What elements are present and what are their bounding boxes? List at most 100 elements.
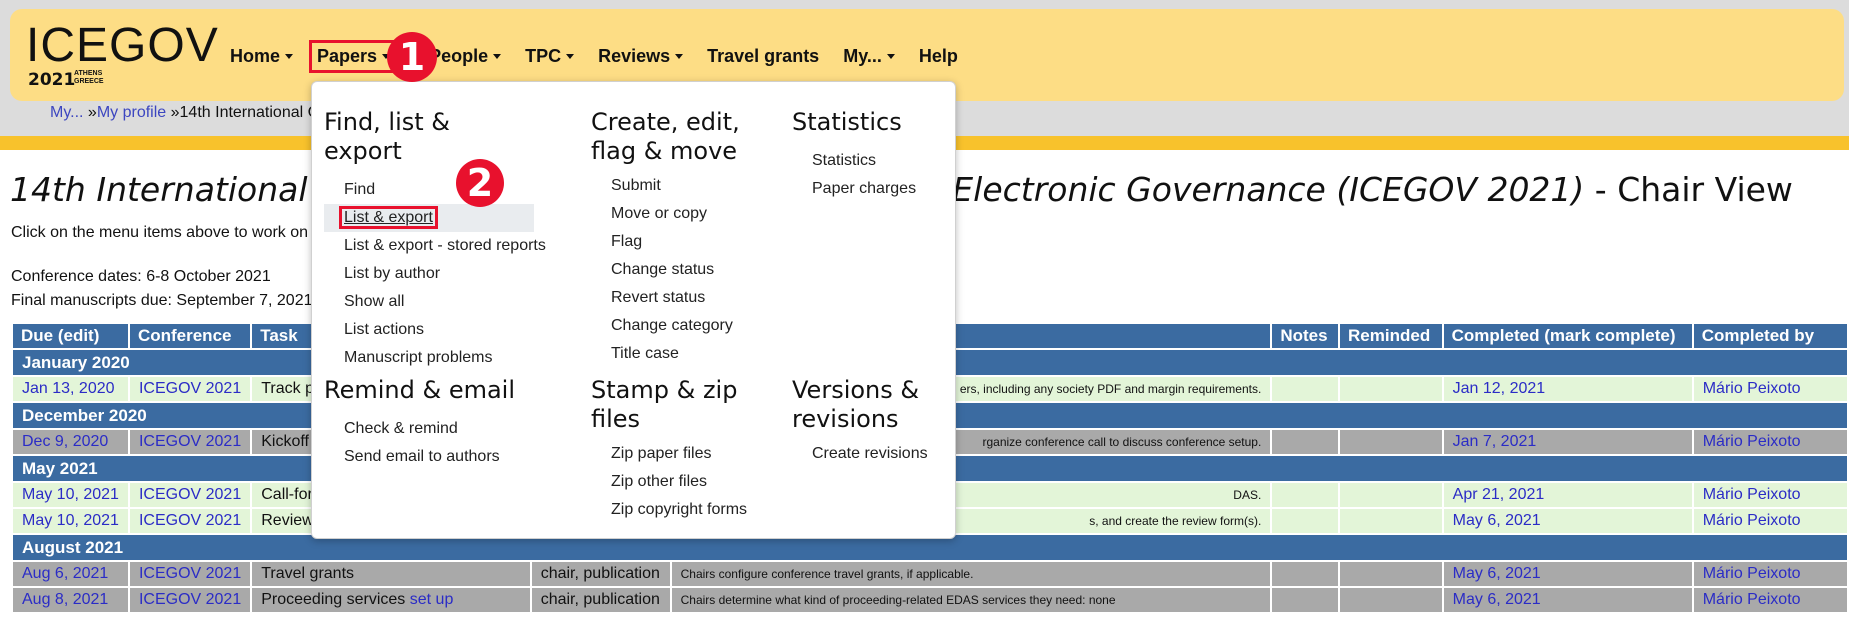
breadcrumb-sep: » [166,104,180,121]
menu-item-submit[interactable]: Submit [591,172,781,200]
menu-item-paper-charges[interactable]: Paper charges [792,175,952,203]
completed-by-link[interactable]: Mário Peixoto [1703,512,1801,529]
nav-people-label: People [429,45,489,66]
menu-section-title-line2: flag & move [591,137,738,165]
nav-home-label: Home [230,45,281,66]
conference-link[interactable]: ICEGOV 2021 [139,512,241,529]
nav-home[interactable]: Home [230,45,294,67]
menu-item-move-copy[interactable]: Move or copy [591,200,781,228]
notes-cell [1270,481,1341,509]
completed-link[interactable]: Apr 21, 2021 [1453,486,1545,503]
breadcrumb-my-profile[interactable]: My profile [97,104,166,121]
menu-item-flag[interactable]: Flag [591,228,781,256]
completed-by-link[interactable]: Mário Peixoto [1703,486,1801,503]
col-due[interactable]: Due (edit) [11,322,130,350]
menu-item-change-status[interactable]: Change status [591,256,781,284]
conference-link[interactable]: ICEGOV 2021 [139,433,241,450]
completed-by-link[interactable]: Mário Peixoto [1703,380,1801,397]
roles-cell: chair, publication [529,586,672,614]
col-conference: Conference [127,322,253,350]
logo-city: ATHENS GREECE [74,70,104,86]
nav-travel-grants-label: Travel grants [707,45,820,66]
page: { "logo": {"text": "ICEGOV", "year": "20… [0,0,1849,627]
conference-link[interactable]: ICEGOV 2021 [139,486,241,503]
completed-link[interactable]: Jan 12, 2021 [1453,380,1546,397]
caret-down-icon [566,53,575,59]
due-link[interactable]: May 10, 2021 [22,512,119,529]
menu-section-remind: Remind & email Check & remind Send email… [324,376,534,471]
due-link[interactable]: Dec 9, 2020 [22,433,108,450]
menu-item-show-all[interactable]: Show all [324,288,534,316]
page-title-view: - Chair View [1584,170,1793,209]
logo-city-line2: GREECE [74,78,104,85]
due-link[interactable]: Jan 13, 2020 [22,380,115,397]
menu-item-zip-other-files[interactable]: Zip other files [591,468,781,496]
nav-tpc[interactable]: TPC [525,45,575,67]
icegov-logo[interactable]: ICEGOV 2021 ATHENS GREECE [26,20,218,91]
set-up-link[interactable]: set up [410,591,454,608]
nav-papers-label: Papers [317,45,378,66]
completed-by-link[interactable]: Mário Peixoto [1703,433,1801,450]
reminded-cell [1338,507,1444,535]
reminded-cell [1338,481,1444,509]
conference-link[interactable]: ICEGOV 2021 [139,565,241,582]
nav-help[interactable]: Help [919,46,958,67]
menu-item-zip-copyright-forms[interactable]: Zip copyright forms [591,496,781,524]
menu-section-create: Create, edit, flag & move Submit Move or … [591,108,781,368]
due-link[interactable]: Aug 8, 2021 [22,591,108,608]
menu-item-title-case[interactable]: Title case [591,340,781,368]
completed-by-link[interactable]: Mário Peixoto [1703,591,1801,608]
reminded-cell [1338,375,1444,403]
reminded-cell [1338,428,1444,456]
breadcrumb-sep: » [83,104,97,121]
menu-section-title: Stamp & zip files [591,376,781,434]
menu-item-check-remind[interactable]: Check & remind [324,415,534,443]
menu-section-title: Remind & email [324,376,516,404]
menu-item-zip-paper-files[interactable]: Zip paper files [591,440,781,468]
table-row: Aug 6, 2021 ICEGOV 2021 Travel grants ch… [11,560,1849,588]
menu-item-revert-status[interactable]: Revert status [591,284,781,312]
task-text: Proceeding services [261,591,410,608]
menu-item-statistics[interactable]: Statistics [792,147,952,175]
reminded-cell [1338,560,1444,588]
menu-section-title-line1: Stamp & zip [591,376,738,404]
completed-by-link[interactable]: Mário Peixoto [1703,565,1801,582]
completed-link[interactable]: May 6, 2021 [1453,591,1541,608]
col-completed[interactable]: Completed (mark complete) [1441,322,1694,350]
nav-papers[interactable]: Papers [309,39,399,73]
step-marker-1: 1 [387,32,437,82]
menu-item-manuscript-problems[interactable]: Manuscript problems [324,344,534,372]
menu-section-title-line1: Versions & [792,376,920,404]
menu-item-change-category[interactable]: Change category [591,312,781,340]
menu-item-list-export-stored[interactable]: List & export - stored reports [324,232,546,260]
nav-travel-grants[interactable]: Travel grants [707,46,819,67]
caret-down-icon [675,53,684,59]
menu-item-list-export[interactable]: List & export [324,204,534,232]
menu-section-title: Create, edit, flag & move [591,108,781,166]
menu-item-create-revisions[interactable]: Create revisions [792,440,952,468]
nav-tpc-label: TPC [525,45,562,66]
roles-cell: chair, publication [529,560,672,588]
caret-down-icon [886,53,895,59]
due-link[interactable]: Aug 6, 2021 [22,565,108,582]
menu-item-send-email[interactable]: Send email to authors [324,443,534,471]
description-cell: Chairs configure conference travel grant… [669,560,1273,588]
conference-link[interactable]: ICEGOV 2021 [139,380,241,397]
caret-down-icon [493,53,502,59]
menu-item-list-actions[interactable]: List actions [324,316,534,344]
breadcrumb-my[interactable]: My... [50,104,83,121]
nav-reviews[interactable]: Reviews [598,46,684,67]
menu-item-list-by-author[interactable]: List by author [324,260,534,288]
task-cell: Travel grants [250,560,532,588]
nav-people[interactable]: People [429,45,502,67]
conference-link[interactable]: ICEGOV 2021 [139,591,241,608]
menu-section-title-line2: revisions [792,405,899,433]
table-row: Aug 8, 2021 ICEGOV 2021 Proceeding servi… [11,586,1849,614]
menu-section-find: Find, list & export Find List & export L… [324,108,546,372]
due-link[interactable]: May 10, 2021 [22,486,119,503]
completed-link[interactable]: May 6, 2021 [1453,565,1541,582]
completed-link[interactable]: Jan 7, 2021 [1453,433,1537,450]
caret-down-icon [285,53,294,59]
nav-my[interactable]: My... [843,46,895,67]
completed-link[interactable]: May 6, 2021 [1453,512,1541,529]
